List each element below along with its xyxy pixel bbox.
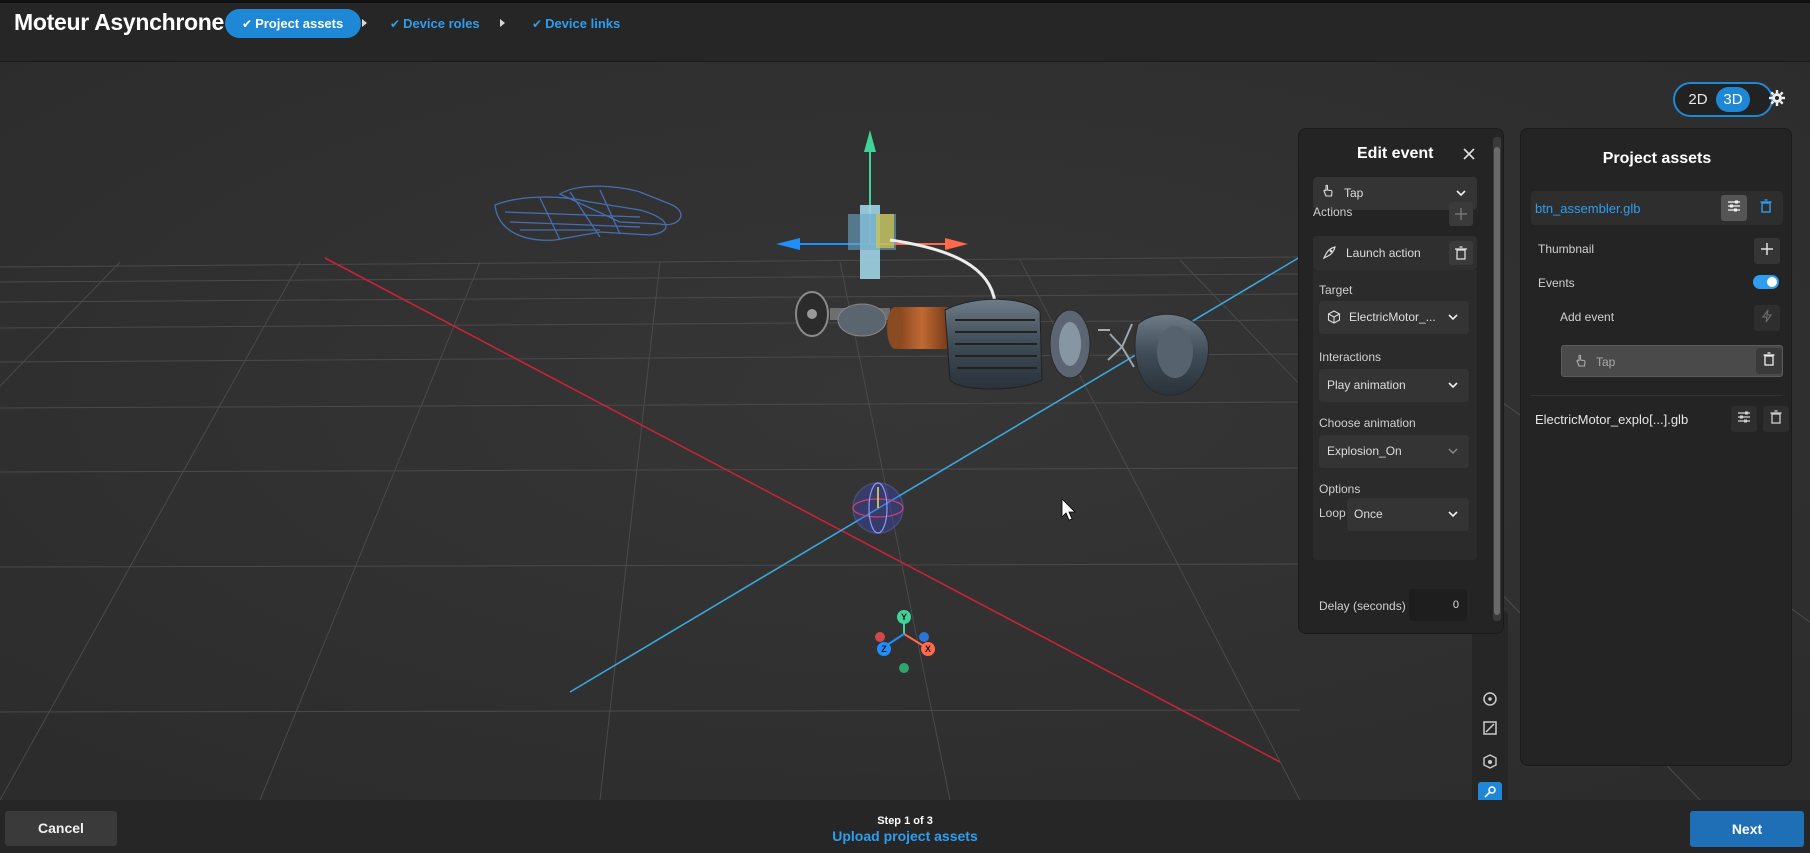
cube-pivot-icon	[1482, 753, 1498, 775]
footer-bar: Cancel Step 1 of 3 Upload project assets…	[0, 800, 1810, 853]
event-item-label: Tap	[1596, 355, 1616, 369]
pivot-tool[interactable]	[1478, 752, 1502, 776]
delay-input[interactable]: 0	[1409, 589, 1467, 621]
object-pivot-marker[interactable]	[852, 482, 904, 534]
interaction-value: Play animation	[1327, 378, 1406, 392]
step-name: Upload project assets	[832, 828, 978, 844]
asset-name[interactable]: btn_assembler.glb	[1535, 201, 1641, 216]
step-label: Device roles	[403, 16, 480, 31]
asset-delete-button[interactable]	[1763, 406, 1789, 432]
choose-animation-label: Choose animation	[1319, 416, 1416, 430]
asset-row[interactable]: btn_assembler.glb	[1531, 191, 1783, 225]
chevron-down-icon	[1447, 311, 1459, 326]
check-icon: ✔	[532, 17, 543, 31]
tap-icon	[1321, 184, 1335, 201]
add-event-button[interactable]	[1754, 305, 1780, 331]
trash-icon	[1449, 246, 1473, 269]
chevron-down-icon	[1447, 379, 1459, 394]
loop-label: Loop	[1319, 506, 1346, 520]
scale-icon	[1482, 720, 1498, 741]
app-title: Moteur Asynchrone	[14, 9, 225, 35]
interaction-select[interactable]: Play animation	[1319, 369, 1469, 402]
step-label: Device links	[545, 16, 621, 31]
asset-settings-button[interactable]	[1731, 406, 1757, 432]
animation-value: Explosion_On	[1327, 444, 1402, 458]
project-assets-title: Project assets	[1602, 150, 1712, 167]
view-mode-toggle[interactable]: 2D 3D	[1673, 82, 1773, 117]
step-separator-icon	[362, 19, 367, 27]
cube-icon	[1327, 310, 1341, 327]
sliders-icon	[1726, 198, 1742, 219]
lightning-icon	[1760, 309, 1774, 328]
scale-tool[interactable]	[1478, 718, 1502, 742]
top-bar: Moteur Asynchrone ✔ Project assets ✔ Devic…	[0, 0, 1810, 62]
step-project-assets[interactable]: ✔ Project assets	[225, 9, 362, 38]
edit-panel-scrollbar[interactable]	[1493, 137, 1501, 621]
trash-icon	[1768, 409, 1784, 430]
delete-event-button[interactable]	[1756, 348, 1782, 374]
loop-select[interactable]: Once	[1347, 498, 1469, 531]
action-launch-row[interactable]: Launch action	[1313, 236, 1477, 270]
check-icon: ✔	[390, 17, 401, 31]
asset-delete-button[interactable]	[1753, 195, 1779, 221]
transform-toolbar	[1472, 610, 1508, 830]
asset-settings-button[interactable]	[1721, 195, 1747, 221]
app-root: Moteur Asynchrone ✔ Project assets ✔ Devic…	[0, 0, 1810, 853]
trash-icon	[1758, 198, 1774, 219]
target-select[interactable]: ElectricMotor_...	[1319, 301, 1469, 334]
step-counter: Step 1 of 3	[877, 815, 933, 827]
plus-icon	[1759, 241, 1775, 262]
rotate-tool[interactable]	[1478, 689, 1502, 713]
add-event-label: Add event	[1560, 310, 1615, 324]
events-label: Events	[1538, 276, 1575, 290]
step-separator-icon	[500, 19, 505, 27]
check-icon: ✔	[242, 17, 253, 31]
close-button[interactable]	[1459, 144, 1479, 164]
add-thumbnail-button[interactable]	[1754, 238, 1780, 264]
animation-select[interactable]: Explosion_On	[1319, 435, 1469, 468]
step-device-links[interactable]: ✔ Device links	[520, 9, 632, 38]
event-item-tap[interactable]: Tap	[1561, 345, 1783, 377]
svg-text:X: X	[925, 644, 931, 654]
launch-action-label: Launch action	[1346, 246, 1421, 260]
asset-name[interactable]: ElectricMotor_explo[...].glb	[1535, 412, 1688, 427]
chevron-down-icon	[1455, 187, 1467, 202]
trash-icon	[1761, 351, 1777, 372]
sliders-icon	[1736, 409, 1752, 430]
events-toggle[interactable]	[1753, 275, 1779, 289]
actions-label: Actions	[1313, 205, 1353, 219]
svg-text:Z: Z	[881, 644, 887, 654]
project-assets-panel: Project assets btn_assembler.glb Thumbna…	[1520, 128, 1792, 766]
rotate-icon	[1482, 691, 1498, 712]
delete-action-button[interactable]	[1449, 241, 1473, 265]
delay-label: Delay (seconds)	[1319, 599, 1406, 613]
edit-event-title: Edit event	[1357, 145, 1434, 162]
target-label: Target	[1319, 283, 1353, 297]
event-type-value: Tap	[1344, 186, 1364, 200]
chevron-down-icon	[1447, 508, 1459, 523]
interactions-label: Interactions	[1319, 350, 1382, 364]
scrollbar-thumb[interactable]	[1494, 147, 1500, 615]
loop-value: Once	[1354, 507, 1383, 521]
step-label: Project assets	[255, 16, 344, 31]
options-label: Options	[1319, 482, 1361, 496]
thumbnail-label: Thumbnail	[1538, 242, 1595, 256]
add-action-button[interactable]	[1449, 202, 1473, 226]
target-value: ElectricMotor_...	[1349, 310, 1436, 324]
settings-icon	[1768, 89, 1786, 112]
edit-event-panel: Edit event Tap Actions Launch action Tar…	[1298, 128, 1504, 634]
plus-icon	[1449, 208, 1473, 230]
chevron-down-icon	[1447, 445, 1459, 460]
scene-settings-button[interactable]	[1760, 85, 1794, 115]
close-icon	[1459, 148, 1479, 168]
toggle-2d[interactable]: 2D	[1679, 87, 1717, 112]
step-device-roles[interactable]: ✔ Device roles	[378, 9, 492, 38]
divider	[1531, 395, 1783, 396]
toggle-3d[interactable]: 3D	[1716, 87, 1750, 112]
rocket-icon	[1321, 245, 1337, 266]
action-settings: Target ElectricMotor_... Interactions Pl…	[1313, 270, 1477, 560]
tap-icon	[1574, 354, 1588, 373]
svg-text:Y: Y	[901, 612, 907, 622]
next-button[interactable]: Next	[1690, 811, 1804, 847]
